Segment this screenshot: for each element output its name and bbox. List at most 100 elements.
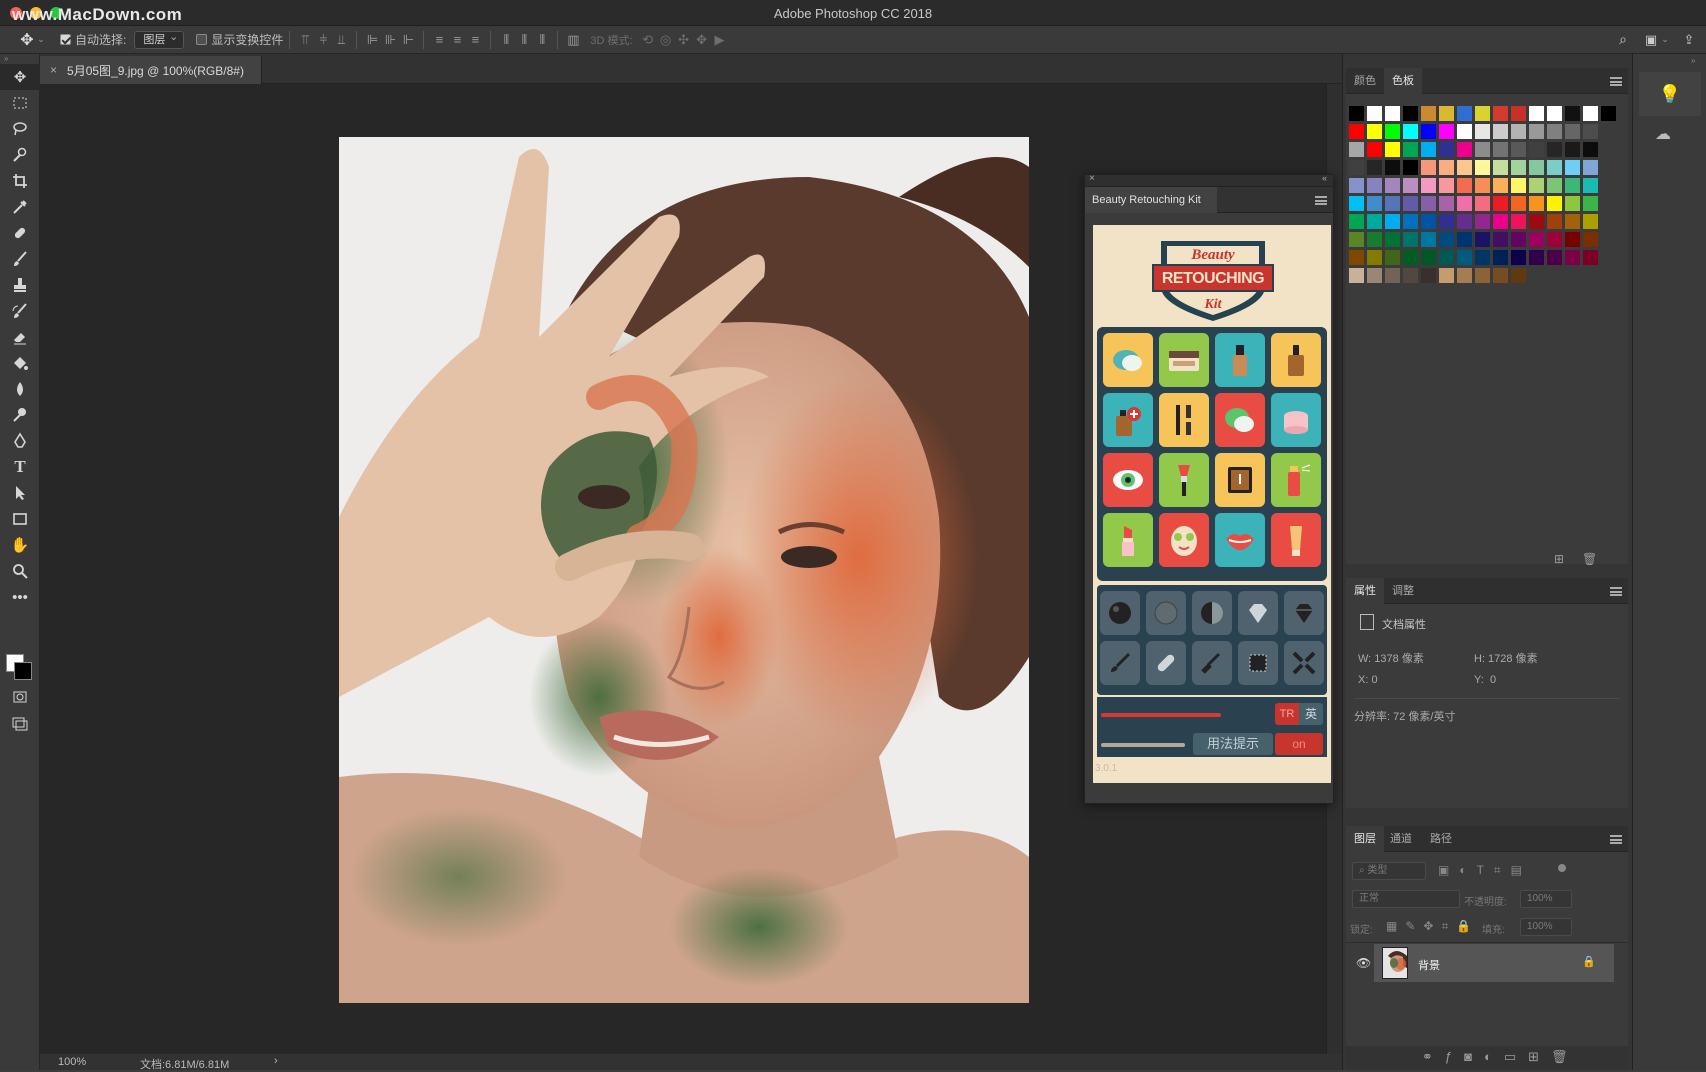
- lips-icon[interactable]: [1215, 513, 1265, 567]
- swatches-menu-icon[interactable]: [1610, 77, 1622, 86]
- filter-toggle-icon[interactable]: [1558, 864, 1566, 872]
- auto-select-dropdown[interactable]: 图层: [134, 29, 185, 49]
- swatch-cell[interactable]: [1565, 232, 1580, 247]
- swatch-cell[interactable]: [1529, 178, 1544, 193]
- swatch-cell[interactable]: [1583, 106, 1598, 121]
- swatch-cell[interactable]: [1349, 250, 1364, 265]
- lasso-tool-icon[interactable]: [0, 116, 40, 142]
- lock-icons[interactable]: ▦✎✥⌗🔒: [1386, 919, 1479, 934]
- cream-jar-icon[interactable]: [1271, 393, 1321, 447]
- swatch-cell[interactable]: [1547, 232, 1562, 247]
- delete-swatch-icon[interactable]: 🗑: [1582, 552, 1597, 566]
- align-vcenter-icon[interactable]: ⫩: [314, 31, 332, 49]
- swatch-cell[interactable]: [1421, 160, 1436, 175]
- swatch-cell[interactable]: [1493, 214, 1508, 229]
- distribute-top-icon[interactable]: ≡: [430, 31, 448, 49]
- bandage-icon[interactable]: [1146, 641, 1186, 685]
- swatch-cell[interactable]: [1385, 178, 1400, 193]
- doc-y[interactable]: 0: [1490, 674, 1496, 686]
- swatch-cell[interactable]: [1403, 214, 1418, 229]
- swatch-cell[interactable]: [1349, 232, 1364, 247]
- swatch-cell[interactable]: [1421, 196, 1436, 211]
- distribute-vcenter-icon[interactable]: ≡: [448, 31, 466, 49]
- swatch-cell[interactable]: [1421, 142, 1436, 157]
- swatch-cell[interactable]: [1457, 250, 1472, 265]
- swatch-cell[interactable]: [1547, 142, 1562, 157]
- align-bottom-icon[interactable]: ⫫: [332, 31, 350, 49]
- swatch-cell[interactable]: [1493, 268, 1508, 283]
- layers-menu-icon[interactable]: [1610, 835, 1622, 844]
- swatch-cell[interactable]: [1439, 196, 1454, 211]
- tr-button[interactable]: TR: [1275, 703, 1299, 725]
- panel-menu-icon[interactable]: [1315, 196, 1327, 205]
- swatch-cell[interactable]: [1421, 124, 1436, 139]
- swatch-cell[interactable]: [1583, 142, 1598, 157]
- swatch-cell[interactable]: [1547, 250, 1562, 265]
- properties-menu-icon[interactable]: [1610, 587, 1622, 596]
- swatch-cell[interactable]: [1547, 106, 1562, 121]
- swatch-cell[interactable]: [1475, 142, 1490, 157]
- new-swatch-icon[interactable]: ⊞: [1554, 552, 1564, 566]
- fill-field[interactable]: 100%: [1520, 918, 1572, 936]
- show-transform-checkbox[interactable]: [196, 34, 208, 45]
- status-chevron-icon[interactable]: ›: [274, 1055, 278, 1067]
- swatch-cell[interactable]: [1529, 196, 1544, 211]
- distribute-right-icon[interactable]: ⦀: [533, 31, 551, 49]
- close-panel-icon[interactable]: ×: [1089, 173, 1095, 184]
- swatch-cell[interactable]: [1511, 142, 1526, 157]
- swatch-cell[interactable]: [1385, 142, 1400, 157]
- swatch-cell[interactable]: [1385, 250, 1400, 265]
- clone-stamp-tool-icon[interactable]: [0, 272, 40, 298]
- swatch-cell[interactable]: [1565, 142, 1580, 157]
- auto-select-checkbox[interactable]: [60, 34, 71, 45]
- crop-tool-icon[interactable]: [0, 168, 40, 194]
- swatch-cell[interactable]: [1385, 232, 1400, 247]
- swatch-cell[interactable]: [1367, 160, 1382, 175]
- swatch-cell[interactable]: [1457, 232, 1472, 247]
- align-right-icon[interactable]: ⊩: [399, 31, 417, 49]
- swatch-cell[interactable]: [1367, 178, 1382, 193]
- swatch-cell[interactable]: [1475, 232, 1490, 247]
- learn-lightbulb-icon[interactable]: 💡: [1639, 72, 1701, 116]
- swatch-cell[interactable]: [1367, 214, 1382, 229]
- swatch-cell[interactable]: [1367, 106, 1382, 121]
- swatch-cell[interactable]: [1493, 232, 1508, 247]
- swatch-cell[interactable]: [1367, 124, 1382, 139]
- background-color-swatch[interactable]: [14, 662, 32, 680]
- swatch-cell[interactable]: [1349, 124, 1364, 139]
- swatch-cell[interactable]: [1583, 214, 1598, 229]
- move-tool-preset-icon[interactable]: ✥: [18, 31, 36, 49]
- more-tools-icon[interactable]: •••: [0, 584, 40, 610]
- swatch-cell[interactable]: [1439, 232, 1454, 247]
- swatch-cell[interactable]: [1349, 178, 1364, 193]
- powder-puff-icon[interactable]: [1103, 333, 1153, 387]
- swatch-cell[interactable]: [1583, 196, 1598, 211]
- swatch-cell[interactable]: [1547, 178, 1562, 193]
- healing-brush-tool-icon[interactable]: [0, 220, 40, 246]
- distribute-bottom-icon[interactable]: ≡: [466, 31, 484, 49]
- tab-paths[interactable]: 路径: [1422, 826, 1460, 852]
- swatch-cell[interactable]: [1439, 178, 1454, 193]
- swatch-cell[interactable]: [1529, 106, 1544, 121]
- brush-tool-icon[interactable]: [0, 246, 40, 272]
- screen-mode-icon[interactable]: [0, 710, 40, 736]
- diamond-light-icon[interactable]: [1238, 591, 1278, 635]
- swatch-cell[interactable]: [1457, 160, 1472, 175]
- swatch-cell[interactable]: [1565, 196, 1580, 211]
- swatch-cell[interactable]: [1511, 250, 1526, 265]
- swatch-cell[interactable]: [1565, 178, 1580, 193]
- swatch-cell[interactable]: [1367, 142, 1382, 157]
- tab-channels[interactable]: 通道: [1382, 826, 1420, 852]
- half-circle-icon[interactable]: [1192, 591, 1232, 635]
- tab-layers[interactable]: 图层: [1346, 826, 1384, 852]
- layer-filter-icons[interactable]: ▣◐T⌗▤: [1438, 863, 1532, 878]
- swatch-cell[interactable]: [1475, 160, 1490, 175]
- swatch-cell[interactable]: [1493, 160, 1508, 175]
- align-left-icon[interactable]: ⊫: [363, 31, 381, 49]
- swatch-cell[interactable]: [1583, 232, 1598, 247]
- language-button[interactable]: 英: [1299, 703, 1323, 725]
- swatch-cell[interactable]: [1565, 250, 1580, 265]
- swatch-cell[interactable]: [1385, 268, 1400, 283]
- mirror-icon[interactable]: [1215, 453, 1265, 507]
- swatch-cell[interactable]: [1493, 142, 1508, 157]
